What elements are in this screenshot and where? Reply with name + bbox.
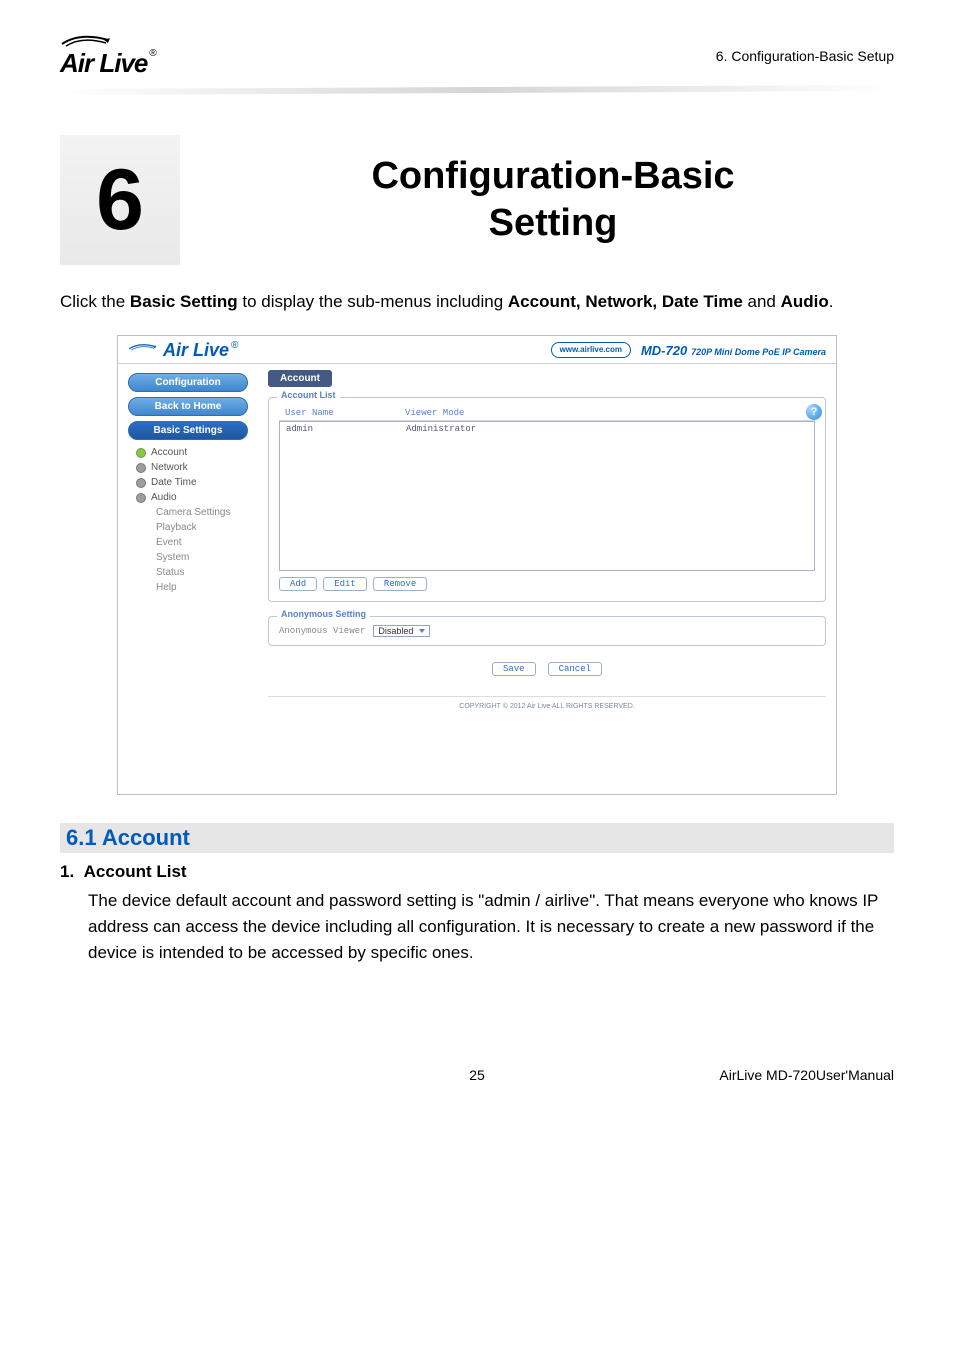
screenshot-reg-mark: ®: [231, 340, 238, 351]
sidebar-item-status[interactable]: Status: [122, 565, 254, 580]
footer-spacer: [60, 1067, 320, 1083]
intro-bold3: Audio: [781, 292, 829, 311]
sidebar-label-date-time: Date Time: [151, 477, 197, 488]
page-number: 25: [320, 1067, 634, 1083]
chapter-title: Configuration-Basic Setting: [212, 153, 894, 248]
copyright-label: COPYRIGHT © 2012 Air Live ALL RIGHTS RES…: [268, 696, 826, 713]
chapter-title-line1: Configuration-Basic: [371, 155, 734, 197]
save-cancel-row: Save Cancel: [268, 662, 826, 676]
panel-tab-account[interactable]: Account: [268, 370, 332, 387]
item-title: Account List: [84, 862, 187, 881]
col-viewer-mode: Viewer Mode: [399, 406, 815, 421]
account-buttons: Add Edit Remove: [279, 577, 815, 591]
main-panel: Account ? Account List User Name Viewer …: [258, 364, 836, 794]
chapter-title-line2: Setting: [489, 202, 618, 244]
intro-seg4: .: [829, 292, 834, 311]
sidebar-item-help[interactable]: Help: [122, 580, 254, 595]
anonymous-viewer-select[interactable]: Disabled: [373, 625, 430, 637]
sidebar-item-event[interactable]: Event: [122, 535, 254, 550]
intro-seg2: to display the sub-menus including: [238, 292, 508, 311]
intro-paragraph: Click the Basic Setting to display the s…: [60, 289, 894, 315]
model-sub-label: 720P Mini Dome PoE IP Camera: [691, 347, 826, 357]
reg-mark: ®: [149, 48, 155, 59]
sidebar-item-audio[interactable]: Audio: [122, 490, 254, 505]
sidebar-item-back-to-home[interactable]: Back to Home: [128, 397, 248, 416]
anonymous-viewer-label: Anonymous Viewer: [279, 626, 365, 636]
sidebar: Configuration Back to Home Basic Setting…: [118, 364, 258, 794]
sidebar-item-system[interactable]: System: [122, 550, 254, 565]
sidebar-item-basic-settings[interactable]: Basic Settings: [128, 421, 248, 440]
model-label: MD-720: [641, 343, 687, 358]
section-heading: 6.1 Account: [60, 823, 894, 853]
edit-button[interactable]: Edit: [323, 577, 367, 591]
anonymous-setting-fieldset: Anonymous Setting Anonymous Viewer Disab…: [268, 616, 826, 646]
sidebar-label-audio: Audio: [151, 492, 177, 503]
screenshot-top-bar: Air Live® www.airlive.com MD-720 720P Mi…: [118, 336, 836, 364]
config-screenshot: Air Live® www.airlive.com MD-720 720P Mi…: [117, 335, 837, 795]
chapter-reference: 6. Configuration-Basic Setup: [716, 30, 894, 64]
page-footer: 25 AirLive MD-720User'Manual: [60, 1067, 894, 1083]
sidebar-item-account[interactable]: Account: [122, 445, 254, 460]
cancel-button[interactable]: Cancel: [548, 662, 602, 676]
url-pill[interactable]: www.airlive.com: [551, 342, 631, 358]
sidebar-item-date-time[interactable]: Date Time: [122, 475, 254, 490]
intro-seg3: and: [743, 292, 781, 311]
screenshot-brand-logo: Air Live®: [128, 340, 238, 361]
sidebar-item-playback[interactable]: Playback: [122, 520, 254, 535]
page-header: Air Live® 6. Configuration-Basic Setup: [0, 0, 954, 79]
account-list-fieldset: Account List User Name Viewer Mode admin…: [268, 397, 826, 602]
sidebar-item-configuration[interactable]: Configuration: [128, 373, 248, 392]
sidebar-item-network[interactable]: Network: [122, 460, 254, 475]
remove-button[interactable]: Remove: [373, 577, 427, 591]
brand-text: Air Live®: [60, 48, 156, 79]
save-button[interactable]: Save: [492, 662, 536, 676]
intro-seg1: Click the: [60, 292, 130, 311]
add-button[interactable]: Add: [279, 577, 317, 591]
sidebar-item-camera-settings[interactable]: Camera Settings: [122, 505, 254, 520]
intro-bold2: Account, Network, Date Time: [508, 292, 743, 311]
anonymous-legend: Anonymous Setting: [277, 609, 370, 619]
screenshot-top-right: www.airlive.com MD-720 720P Mini Dome Po…: [551, 342, 826, 361]
intro-bold1: Basic Setting: [130, 292, 238, 311]
chapter-number-badge: 6: [60, 135, 180, 265]
brand-name: Air Live: [60, 48, 147, 79]
cell-user: admin: [280, 422, 400, 436]
footer-manual-label: AirLive MD-720User'Manual: [634, 1067, 894, 1083]
table-row[interactable]: admin Administrator: [280, 422, 814, 436]
brand-logo: Air Live®: [60, 30, 156, 79]
cell-mode: Administrator: [400, 422, 814, 436]
screenshot-body: Configuration Back to Home Basic Setting…: [118, 364, 836, 794]
sidebar-label-network: Network: [151, 462, 188, 473]
sidebar-label-account: Account: [151, 447, 187, 458]
header-divider: [60, 85, 894, 95]
account-table-body[interactable]: admin Administrator: [279, 421, 815, 571]
screenshot-brand-name: Air Live: [163, 340, 229, 361]
item-number: 1.: [60, 862, 74, 881]
col-user-name: User Name: [279, 406, 399, 421]
chapter-heading-block: 6 Configuration-Basic Setting: [60, 135, 894, 265]
account-list-legend: Account List: [277, 390, 340, 400]
account-list-item: 1. Account List The device default accou…: [60, 859, 894, 966]
account-header-row: User Name Viewer Mode: [279, 406, 815, 421]
item-body: The device default account and password …: [88, 888, 894, 967]
